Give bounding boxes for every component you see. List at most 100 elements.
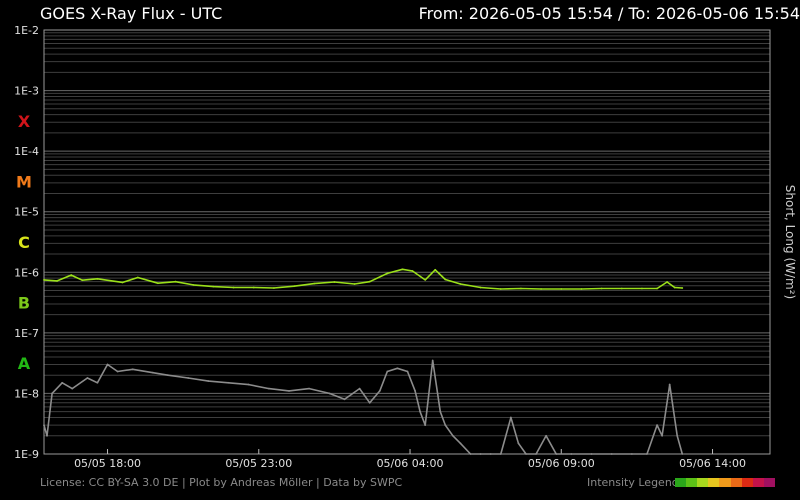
data-point-short bbox=[106, 363, 109, 366]
data-point-short bbox=[131, 368, 134, 371]
data-point-short bbox=[610, 453, 613, 455]
data-point-long bbox=[401, 268, 404, 271]
y-axis-label: Short, Long (W/m²) bbox=[783, 185, 797, 299]
flare-class-label-A: A bbox=[18, 354, 31, 373]
data-point-short bbox=[247, 383, 250, 386]
data-point-long bbox=[386, 272, 389, 275]
data-point-short bbox=[630, 453, 633, 455]
x-tick-label: 05/06 14:00 bbox=[679, 457, 746, 470]
data-point-long bbox=[444, 278, 447, 281]
data-point-short bbox=[167, 374, 169, 377]
data-point-short bbox=[489, 453, 492, 455]
x-tick-label: 05/06 04:00 bbox=[377, 457, 444, 470]
data-point-long bbox=[293, 285, 295, 288]
data-point-short bbox=[676, 434, 679, 437]
flare-class-label-X: X bbox=[18, 112, 31, 131]
data-point-short bbox=[227, 381, 230, 384]
data-point-short bbox=[499, 453, 502, 455]
y-tick-label: 1E-4 bbox=[14, 145, 39, 158]
data-point-short bbox=[419, 410, 422, 413]
data-point-short bbox=[555, 453, 558, 455]
data-point-long bbox=[479, 286, 482, 289]
data-point-short bbox=[187, 377, 190, 379]
legend-swatch bbox=[763, 478, 775, 487]
data-point-long bbox=[136, 276, 139, 279]
data-point-short bbox=[288, 390, 290, 392]
data-point-long bbox=[157, 282, 159, 285]
data-point-short bbox=[368, 401, 371, 404]
data-point-short bbox=[96, 381, 99, 384]
y-tick-label: 1E-8 bbox=[14, 387, 39, 400]
data-point-short bbox=[459, 442, 462, 445]
data-point-long bbox=[434, 268, 437, 271]
data-point-long bbox=[499, 288, 502, 290]
credits: License: CC BY-SA 3.0 DE | Plot by Andre… bbox=[40, 476, 403, 489]
data-point-long bbox=[424, 278, 427, 281]
data-point-short bbox=[545, 434, 548, 437]
data-point-short bbox=[431, 359, 434, 362]
legend-swatch bbox=[686, 478, 698, 487]
y-tick-label: 1E-2 bbox=[14, 24, 39, 37]
x-tick-label: 05/05 23:00 bbox=[225, 457, 292, 470]
data-point-long bbox=[121, 281, 124, 284]
data-point-short bbox=[517, 442, 520, 445]
data-point-long bbox=[368, 280, 371, 283]
xray-flux-chart: 1E-2 1E-3 1E-4 1E-5 1E-6 1E-7 1E-8 1E-9 X M C B A 05/… bbox=[14, 24, 797, 470]
data-point-short bbox=[414, 390, 416, 392]
data-point-short bbox=[46, 434, 48, 437]
data-point-short bbox=[444, 424, 447, 427]
data-point-short bbox=[61, 381, 64, 384]
flare-class-label-B: B bbox=[18, 294, 30, 313]
data-point-short bbox=[439, 410, 442, 413]
y-tick-label: 1E-5 bbox=[14, 206, 39, 219]
data-point-short bbox=[424, 424, 427, 427]
data-point-long bbox=[641, 287, 643, 290]
data-point-short bbox=[406, 370, 409, 373]
data-point-short bbox=[646, 453, 648, 455]
data-point-long bbox=[620, 287, 623, 290]
data-point-short bbox=[525, 453, 527, 455]
data-point-long bbox=[666, 281, 669, 283]
legend-swatch bbox=[719, 478, 731, 487]
data-point-long bbox=[70, 274, 73, 276]
data-point-short bbox=[378, 390, 381, 392]
legend-label: Intensity Legend bbox=[587, 476, 679, 489]
legend-swatch bbox=[675, 478, 687, 487]
data-point-short bbox=[396, 367, 399, 370]
data-point-short bbox=[152, 371, 154, 374]
data-point-long bbox=[174, 280, 177, 283]
data-point-short bbox=[358, 387, 361, 390]
y-tick-label: 1E-6 bbox=[14, 266, 39, 279]
data-point-short bbox=[656, 424, 658, 427]
data-point-long bbox=[333, 281, 336, 283]
data-point-short bbox=[71, 387, 74, 390]
data-point-long bbox=[43, 278, 45, 281]
data-point-long bbox=[540, 288, 543, 290]
data-point-short bbox=[535, 453, 537, 455]
legend-swatch bbox=[741, 478, 753, 487]
legend-swatch bbox=[697, 478, 709, 487]
data-point-long bbox=[81, 279, 84, 282]
data-point-short bbox=[661, 434, 664, 437]
data-point-long bbox=[56, 280, 59, 282]
data-point-long bbox=[560, 288, 563, 290]
data-point-long bbox=[232, 286, 235, 289]
data-point-long bbox=[520, 287, 522, 290]
data-point-short bbox=[308, 387, 311, 390]
data-point-short bbox=[469, 453, 472, 455]
data-point-short bbox=[668, 383, 671, 386]
data-point-long bbox=[252, 286, 255, 289]
data-point-short bbox=[386, 370, 389, 373]
data-point-short bbox=[590, 453, 593, 455]
data-point-short bbox=[570, 453, 573, 455]
data-point-short bbox=[509, 416, 512, 419]
y-tick-label: 1E-7 bbox=[14, 327, 39, 340]
intensity-legend-bar bbox=[675, 478, 775, 487]
x-tick-label: 05/06 09:00 bbox=[528, 457, 595, 470]
data-point-short bbox=[328, 392, 331, 395]
flare-class-label-M: M bbox=[16, 172, 32, 191]
data-point-long bbox=[192, 283, 195, 286]
y-tick-label: 1E-3 bbox=[14, 85, 39, 98]
y-tick-label: 1E-9 bbox=[14, 448, 39, 461]
data-point-short bbox=[267, 387, 270, 390]
